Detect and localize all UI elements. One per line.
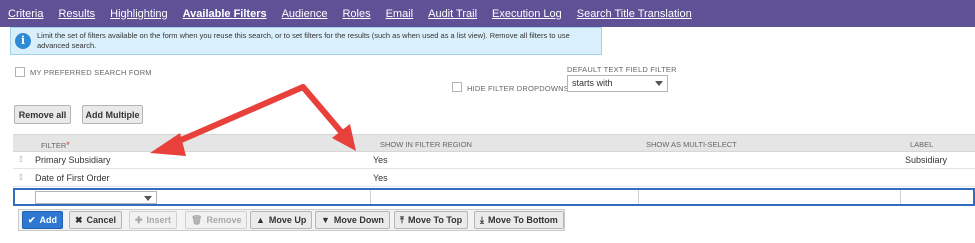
add-button-label: Add: [39, 215, 58, 225]
row-filter: Primary Subsidiary: [35, 155, 111, 165]
arrow-to-bottom-icon: ⤓: [480, 214, 484, 225]
filters-grid-header: FILTER* SHOW IN FILTER REGION SHOW AS MU…: [13, 134, 975, 152]
column-divider: [370, 190, 371, 204]
check-icon: ✔: [28, 214, 36, 225]
move-up-button[interactable]: ▲ Move Up: [250, 211, 313, 229]
new-filter-select[interactable]: [35, 191, 157, 204]
row-label: Subsidiary: [905, 155, 948, 165]
insert-button-label: Insert: [146, 215, 172, 225]
arrow-to-top-icon: ⤒: [400, 214, 404, 225]
row-action-toolbar: ✔ Add ✖ Cancel ✚ Insert 🗑 Remove ▲ Move Up ▼ M…: [18, 209, 565, 231]
move-to-top-button-label: Move To Top: [407, 215, 463, 225]
tab-results[interactable]: Results: [58, 8, 95, 20]
tab-audience[interactable]: Audience: [282, 8, 328, 20]
preferred-form-label: MY PREFERRED SEARCH FORM: [30, 67, 152, 77]
required-marker: *: [66, 140, 70, 150]
info-message: Limit the set of filters available on th…: [37, 31, 570, 50]
header-multi-select: SHOW AS MULTI-SELECT: [646, 140, 737, 149]
column-divider: [900, 190, 901, 204]
hide-dropdowns-checkbox[interactable]: [452, 81, 462, 92]
remove-all-button[interactable]: Remove all: [14, 105, 71, 124]
hide-dropdowns-option: HIDE FILTER DROPDOWNS: [452, 80, 569, 93]
tab-email[interactable]: Email: [386, 8, 414, 20]
chevron-down-icon: [144, 196, 152, 201]
tab-roles[interactable]: Roles: [342, 8, 370, 20]
tab-audit-trail[interactable]: Audit Trail: [428, 8, 477, 20]
remove-button[interactable]: 🗑 Remove: [185, 211, 248, 229]
tab-criteria[interactable]: Criteria: [8, 8, 43, 20]
default-text-filter-label: DEFAULT TEXT FIELD FILTER: [567, 65, 677, 74]
header-filter: FILTER*: [41, 140, 70, 150]
move-down-button-label: Move Down: [333, 215, 384, 225]
move-to-bottom-button[interactable]: ⤓ Move To Bottom: [474, 211, 564, 229]
move-down-button[interactable]: ▼ Move Down: [315, 211, 390, 229]
x-icon: ✖: [75, 214, 83, 225]
info-icon: i: [15, 33, 31, 49]
header-label: LABEL: [910, 140, 934, 149]
tab-execution-log[interactable]: Execution Log: [492, 8, 562, 20]
preferred-form-checkbox[interactable]: [15, 67, 25, 77]
plus-icon: ✚: [135, 214, 143, 225]
info-banner: i Limit the set of filters available on …: [10, 27, 602, 55]
add-button[interactable]: ✔ Add: [22, 211, 64, 229]
row-filter: Date of First Order: [35, 173, 110, 183]
move-to-top-button[interactable]: ⤒ Move To Top: [394, 211, 469, 229]
trash-icon: 🗑: [191, 214, 203, 225]
arrow-down-icon: ▼: [321, 215, 330, 225]
cancel-button[interactable]: ✖ Cancel: [69, 211, 123, 229]
remove-button-label: Remove: [206, 215, 242, 225]
table-row[interactable]: ⁞⁞ Date of First Order Yes: [13, 170, 975, 187]
default-text-filter-value: starts with: [572, 78, 613, 88]
row-show-in-region: Yes: [373, 173, 388, 183]
default-text-filter-select[interactable]: starts with: [567, 75, 668, 92]
cancel-button-label: Cancel: [86, 215, 117, 225]
new-filter-row[interactable]: [13, 188, 975, 206]
header-filter-label: FILTER: [41, 141, 67, 150]
row-show-in-region: Yes: [373, 155, 388, 165]
add-multiple-button[interactable]: Add Multiple: [82, 105, 143, 124]
tab-available-filters[interactable]: Available Filters: [183, 8, 267, 20]
tab-search-title-translation[interactable]: Search Title Translation: [577, 8, 692, 20]
hide-dropdowns-label: HIDE FILTER DROPDOWNS: [467, 84, 569, 93]
column-divider: [638, 190, 639, 204]
chevron-down-icon: [655, 81, 663, 86]
arrow-up-icon: ▲: [256, 215, 265, 225]
insert-button[interactable]: ✚ Insert: [129, 211, 178, 229]
table-row[interactable]: ⁞⁞ Primary Subsidiary Yes Subsidiary: [13, 152, 975, 169]
tab-highlighting[interactable]: Highlighting: [110, 8, 167, 20]
preferred-form-option: MY PREFERRED SEARCH FORM: [15, 67, 152, 77]
move-to-bottom-button-label: Move To Bottom: [487, 215, 558, 225]
subtab-bar: Criteria Results Highlighting Available …: [0, 0, 975, 27]
move-up-button-label: Move Up: [268, 215, 307, 225]
header-show-in-region: SHOW IN FILTER REGION: [380, 140, 472, 149]
drag-handle-icon[interactable]: ⁞⁞: [19, 156, 23, 164]
drag-handle-icon[interactable]: ⁞⁞: [19, 174, 23, 182]
